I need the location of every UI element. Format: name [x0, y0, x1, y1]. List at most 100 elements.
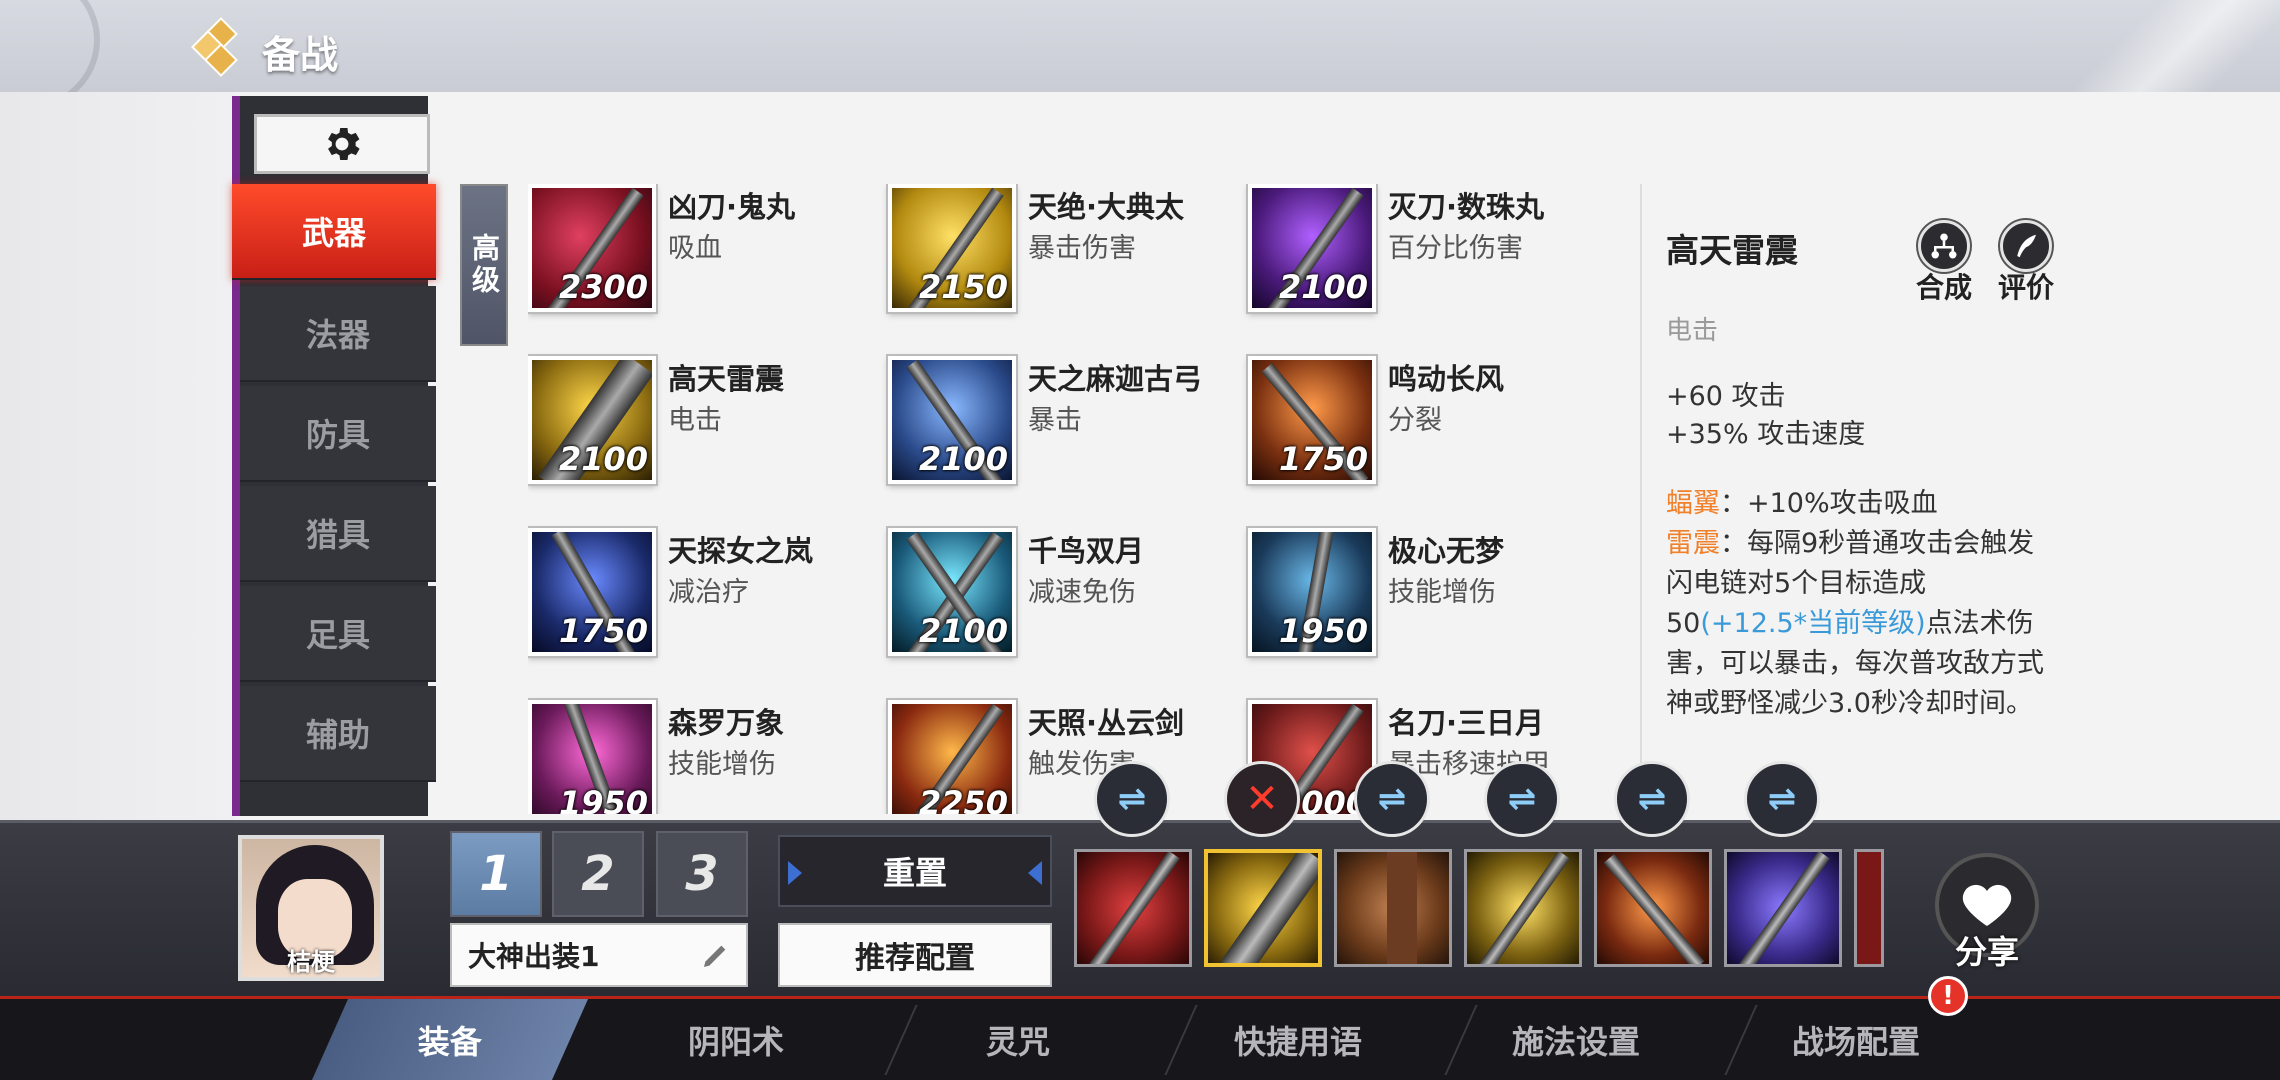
item-card[interactable]: 1950 森罗万象 技能增伤	[528, 700, 868, 814]
equipped-item-slot[interactable]	[1724, 849, 1842, 967]
left-background	[0, 92, 235, 820]
item-price: 2100	[918, 612, 1008, 650]
item-card[interactable]: 2300 凶刀·鬼丸 吸血	[528, 184, 868, 324]
tab-quick-chat[interactable]: 快捷用语	[1178, 999, 1418, 1080]
item-icon: 2100	[888, 528, 1016, 656]
category-sidebar: 武器 法器 防具 猎具 足具 辅助	[232, 96, 436, 816]
item-price: 1750	[1278, 440, 1368, 478]
tab-spirit-curse[interactable]: 灵咒	[898, 999, 1138, 1080]
sidebar-item-magic-tool[interactable]: 法器	[240, 286, 436, 382]
item-price: 2100	[1278, 268, 1368, 306]
passive-name: 雷震	[1666, 528, 1720, 559]
swap-icon[interactable]: ⇌	[1484, 761, 1560, 837]
sidebar-item-weapon[interactable]: 武器	[232, 184, 436, 280]
reset-label: 重置	[882, 854, 947, 892]
item-icon: 2150	[888, 184, 1016, 312]
swap-icon[interactable]: ⇌	[1094, 761, 1170, 837]
settings-button[interactable]	[254, 114, 430, 174]
item-effect: 减速免伤	[1028, 577, 1136, 608]
edit-pencil-icon[interactable]	[700, 939, 732, 971]
item-price: 1750	[558, 612, 648, 650]
detail-title: 高天雷震	[1666, 231, 1798, 270]
equipped-item-slot[interactable]	[1464, 849, 1582, 967]
item-price: 2250	[918, 784, 1008, 814]
review-button[interactable]: 评价	[1994, 220, 2058, 306]
loadout-slot-3[interactable]: 3	[656, 831, 748, 917]
item-card[interactable]: 2150 天绝·大典太 暴击伤害	[888, 184, 1228, 324]
alert-badge: !	[1928, 976, 1968, 1016]
item-detail-panel: 高天雷震 合成 评价 电击 +60 攻击 +35% 攻击速度 蝠翼：+10%攻击…	[1640, 184, 2060, 912]
item-effect: 百分比伤害	[1388, 233, 1523, 264]
tier-tag: 高级	[460, 184, 508, 346]
equipped-item-slot[interactable]	[1334, 849, 1452, 967]
swap-icon[interactable]: ⇌	[1614, 761, 1690, 837]
detail-description: 蝠翼：+10%攻击吸血 雷震：每隔9秒普通攻击会触发闪电链对5个目标造成50(+…	[1666, 484, 2046, 724]
page-title: 备战	[262, 33, 339, 77]
back-logo-icon[interactable]	[191, 17, 246, 77]
equipped-item-slot[interactable]	[1204, 849, 1322, 967]
top-bar: 备战	[0, 0, 2280, 110]
item-card[interactable]: 2100 天之麻迦古弓 暴击	[888, 356, 1228, 496]
item-name: 鸣动长风	[1388, 362, 1505, 396]
loadout-bar: 桔梗 1 2 3 大神出装1 重置 推荐配置 ⇌ ✕ ⇌ ⇌ ⇌ ⇌ 分享	[0, 761, 2280, 996]
item-price: 1950	[1278, 612, 1368, 650]
equipped-item-slot[interactable]	[1594, 849, 1712, 967]
item-card[interactable]: 2250 天照·丛云剑 触发伤害	[888, 700, 1228, 814]
items-grid: 2300 凶刀·鬼丸 吸血 2150 天绝·大典太 暴击伤害 2100 灭刀·数…	[528, 184, 1618, 814]
item-name: 灭刀·数珠丸	[1388, 190, 1545, 224]
loadout-slot-2[interactable]: 2	[552, 831, 644, 917]
sidebar-item-armor[interactable]: 防具	[240, 386, 436, 482]
compose-button[interactable]: 合成	[1912, 220, 1976, 306]
passive-name: 蝠翼	[1666, 488, 1720, 519]
item-name: 天探女之岚	[668, 534, 814, 568]
arrow-left-icon	[788, 861, 802, 885]
sidebar-item-hunting[interactable]: 猎具	[240, 486, 436, 582]
item-card[interactable]: 2100 高天雷震 电击	[528, 356, 868, 496]
item-name: 名刀·三日月	[1388, 706, 1545, 740]
detail-stat-attack-speed: +35% 攻击速度	[1666, 419, 1866, 450]
passive-text: ：+10%攻击吸血	[1720, 488, 1938, 519]
equipped-item-slot-partial[interactable]	[1854, 849, 1884, 967]
detail-stat-attack: +60 攻击	[1666, 381, 1786, 412]
swap-icon[interactable]: ⇌	[1354, 761, 1430, 837]
thunder-hammer-icon	[1220, 853, 1318, 963]
sidebar-item-boots[interactable]: 足具	[240, 586, 436, 682]
tab-onmyoji-spell[interactable]: 阴阳术	[616, 999, 856, 1080]
item-price: 1950	[558, 784, 648, 814]
bow-icon	[1603, 853, 1705, 964]
item-icon: 2300	[528, 184, 656, 312]
tab-equipment[interactable]: 装备	[311, 999, 589, 1080]
review-label: 评价	[1997, 271, 2054, 304]
tab-label: 装备	[417, 1022, 482, 1061]
tab-cast-settings[interactable]: 施法设置	[1456, 999, 1696, 1080]
remove-icon[interactable]: ✕	[1224, 761, 1300, 837]
item-card[interactable]: 2100 千鸟双月 减速免伤	[888, 528, 1228, 668]
item-card[interactable]: 1950 极心无梦 技能增伤	[1248, 528, 1588, 668]
item-card[interactable]: 1750 天探女之岚 减治疗	[528, 528, 868, 668]
boots-icon	[1387, 852, 1417, 964]
reset-button[interactable]: 重置	[778, 835, 1052, 907]
item-name: 天照·丛云剑	[1028, 706, 1185, 740]
item-name: 天之麻迦古弓	[1028, 362, 1203, 396]
loadout-name-text: 大神出装1	[468, 940, 600, 973]
blade-icon	[1738, 852, 1830, 964]
item-name: 凶刀·鬼丸	[668, 190, 796, 224]
item-card[interactable]: 1750 鸣动长风 分裂	[1248, 356, 1588, 496]
item-card[interactable]: 2100 灭刀·数珠丸 百分比伤害	[1248, 184, 1588, 324]
loadout-name-field[interactable]: 大神出装1	[450, 923, 748, 987]
item-name: 千鸟双月	[1028, 534, 1145, 568]
equipped-item-slot[interactable]	[1074, 849, 1192, 967]
hero-avatar[interactable]: 桔梗	[238, 835, 384, 981]
hero-name: 桔梗	[287, 948, 335, 976]
blade-icon	[1478, 852, 1570, 964]
compose-label: 合成	[1915, 271, 1972, 304]
item-effect: 技能增伤	[668, 749, 776, 780]
sidebar-item-support[interactable]: 辅助	[240, 686, 436, 782]
share-button[interactable]: 分享	[1932, 853, 2042, 973]
item-icon: 2100	[528, 356, 656, 484]
gear-icon	[328, 128, 360, 160]
item-effect: 电击	[668, 405, 722, 436]
swap-icon[interactable]: ⇌	[1744, 761, 1820, 837]
recommend-config-button[interactable]: 推荐配置	[778, 923, 1052, 987]
loadout-slot-1[interactable]: 1	[450, 831, 542, 917]
